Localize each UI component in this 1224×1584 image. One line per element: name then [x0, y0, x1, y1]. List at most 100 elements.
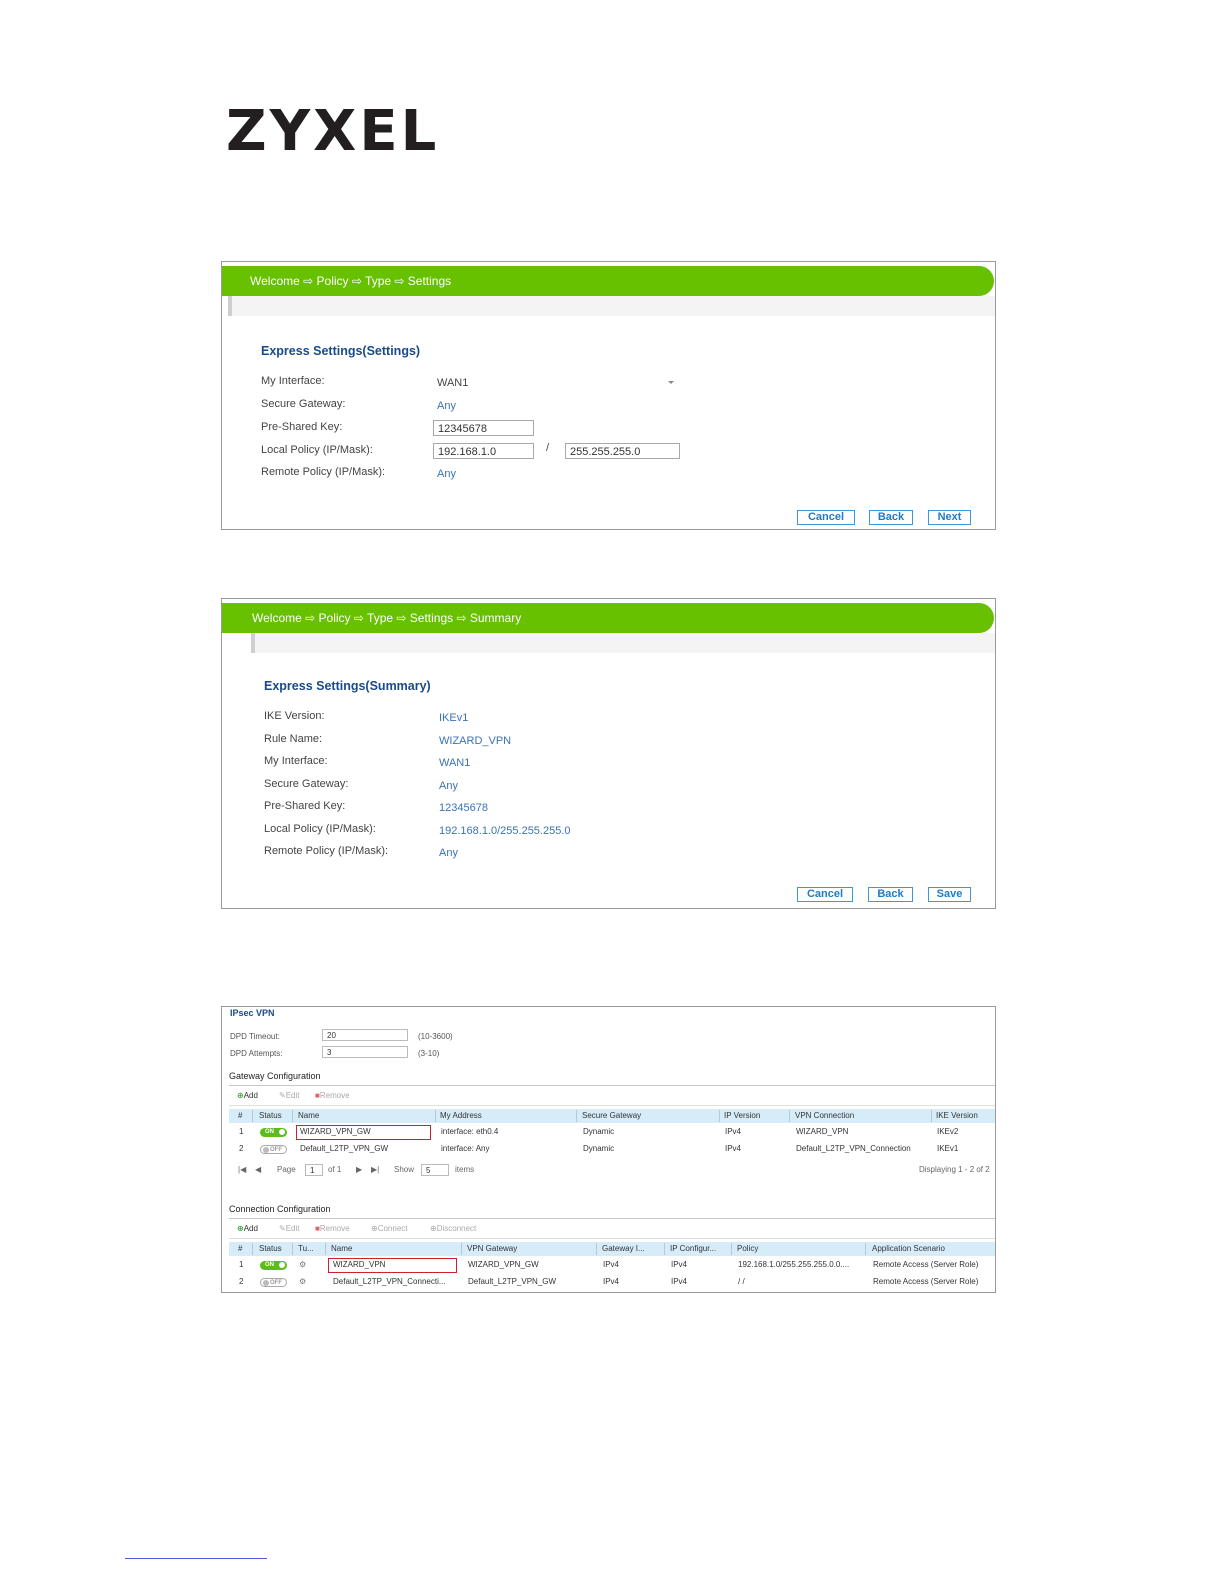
toggle-off[interactable]: OFF	[260, 1278, 287, 1287]
connection-toolbar: ⊕Add ✎Edit ■Remove ⊕Connect ⊕Disconnect	[229, 1220, 995, 1239]
secure-gateway: Dynamic	[583, 1127, 615, 1136]
column-header[interactable]: Tu...	[298, 1244, 314, 1253]
table-row[interactable]: 1 ON ⚙ WIZARD_VPN WIZARD_VPN_GW IPv4 IPv4 192.1…	[229, 1258, 995, 1274]
my-interface-select[interactable]: WAN1	[437, 377, 677, 389]
cancel-button[interactable]: Cancel	[797, 510, 855, 525]
remove-connection-button[interactable]: ■Remove	[315, 1224, 350, 1233]
last-page-icon[interactable]: ▶|	[371, 1165, 379, 1174]
edit-icon: ✎	[279, 1091, 286, 1100]
connection-name: Default_L2TP_VPN_Connecti...	[333, 1277, 446, 1286]
chevron-down-icon[interactable]	[668, 381, 674, 384]
column-header[interactable]: #	[238, 1244, 242, 1253]
remote-policy-value[interactable]: Any	[437, 468, 456, 480]
cancel-button[interactable]: Cancel	[797, 887, 853, 902]
next-button[interactable]: Next	[928, 510, 971, 525]
express-settings-panel: Welcome ⇨ Policy ⇨ Type ⇨ Settings Expre…	[221, 261, 996, 530]
zyxel-logo: ZYXEL	[226, 99, 440, 164]
disconnect-button[interactable]: ⊕Disconnect	[430, 1224, 476, 1233]
add-icon: ⊕	[237, 1224, 244, 1233]
column-header[interactable]: Gateway I...	[602, 1244, 645, 1253]
column-header[interactable]: VPN Gateway	[467, 1244, 517, 1253]
first-page-icon[interactable]: |◀	[238, 1165, 246, 1174]
gateway-configuration-heading: Gateway Configuration	[229, 1071, 321, 1081]
vpn-gateway: Default_L2TP_VPN_GW	[468, 1277, 557, 1286]
edit-connection-button[interactable]: ✎Edit	[279, 1224, 300, 1233]
row-number: 2	[239, 1277, 244, 1286]
application-scenario: Remote Access (Server Role)	[873, 1260, 979, 1269]
page-size-select[interactable]: 5	[421, 1164, 449, 1176]
next-page-icon[interactable]: ▶	[356, 1165, 362, 1174]
summary-value: IKEv1	[439, 712, 469, 724]
ike-version: IKEv2	[937, 1127, 959, 1136]
row-number: 1	[239, 1260, 244, 1269]
summary-label: Remote Policy (IP/Mask):	[264, 845, 389, 857]
column-header[interactable]: Secure Gateway	[582, 1111, 641, 1120]
wizard-breadcrumb: Welcome ⇨ Policy ⇨ Type ⇨ Settings ⇨ Sum…	[222, 603, 994, 633]
column-header[interactable]: Name	[331, 1244, 352, 1253]
policy: 192.168.1.0/255.255.255.0.0....	[738, 1260, 850, 1269]
dpd-attempts-label: DPD Attempts:	[230, 1049, 283, 1058]
gateway-pager: |◀ ◀ Page 1 of 1 ▶ ▶| Show 5 items Displ…	[229, 1163, 995, 1179]
back-button[interactable]: Back	[868, 887, 913, 902]
page-number-input[interactable]: 1	[305, 1164, 323, 1176]
pre-shared-key-input[interactable]: 12345678	[433, 420, 534, 436]
my-interface-label: My Interface:	[261, 375, 325, 387]
table-row[interactable]: 2 OFF ⚙ Default_L2TP_VPN_Connecti... Default…	[229, 1275, 995, 1291]
column-header[interactable]: IP Version	[724, 1111, 760, 1120]
column-header[interactable]: Status	[259, 1111, 282, 1120]
column-header[interactable]: #	[238, 1111, 242, 1120]
ipsec-vpn-panel: IPsec VPN DPD Timeout: 20 (10-3600) DPD …	[221, 1006, 996, 1293]
vpn-gateway: WIZARD_VPN_GW	[468, 1260, 539, 1269]
dpd-attempts-input[interactable]: 3	[322, 1046, 408, 1058]
ip-configuration: IPv4	[671, 1277, 688, 1286]
local-policy-ip-input[interactable]: 192.168.1.0	[433, 443, 534, 459]
back-button[interactable]: Back	[869, 510, 913, 525]
mask-separator: /	[546, 442, 550, 454]
ike-version: IKEv1	[937, 1144, 959, 1153]
column-header[interactable]: Name	[298, 1111, 319, 1120]
connect-button[interactable]: ⊕Connect	[371, 1224, 408, 1233]
edit-gateway-button[interactable]: ✎Edit	[279, 1091, 300, 1100]
page-count: of 1	[328, 1165, 342, 1174]
prev-page-icon[interactable]: ◀	[255, 1165, 261, 1174]
section-divider	[229, 1218, 995, 1219]
edit-icon: ✎	[279, 1224, 286, 1233]
toggle-on[interactable]: ON	[260, 1128, 287, 1137]
add-connection-button[interactable]: ⊕Add	[237, 1224, 258, 1233]
secure-gateway: Dynamic	[583, 1144, 615, 1153]
tunnel-icon: ⚙	[299, 1277, 307, 1286]
save-button[interactable]: Save	[928, 887, 971, 902]
column-header[interactable]: IP Configur...	[670, 1244, 716, 1253]
toggle-off[interactable]: OFF	[260, 1145, 287, 1154]
secure-gateway-value[interactable]: Any	[437, 400, 456, 412]
summary-value: 192.168.1.0/255.255.255.0	[439, 825, 571, 837]
column-header[interactable]: Policy	[737, 1244, 758, 1253]
local-policy-mask-input[interactable]: 255.255.255.0	[565, 443, 680, 459]
summary-value: WAN1	[439, 757, 471, 769]
summary-value: Any	[439, 847, 458, 859]
gateway-toolbar: ⊕Add ✎Edit ■Remove	[229, 1087, 995, 1106]
toggle-on[interactable]: ON	[260, 1261, 287, 1270]
gateway-name: Default_L2TP_VPN_GW	[300, 1144, 389, 1153]
vpn-connection: Default_L2TP_VPN_Connection	[796, 1144, 911, 1153]
application-scenario: Remote Access (Server Role)	[873, 1277, 979, 1286]
column-header[interactable]: Application Scenario	[872, 1244, 945, 1253]
dpd-timeout-label: DPD Timeout:	[230, 1032, 280, 1041]
highlight-box	[296, 1125, 431, 1140]
summary-label: Local Policy (IP/Mask):	[264, 823, 376, 835]
column-header[interactable]: My Address	[440, 1111, 482, 1120]
column-header[interactable]: VPN Connection	[795, 1111, 854, 1120]
table-row[interactable]: 2 OFF Default_L2TP_VPN_GW interface: Any Dyn…	[229, 1142, 995, 1158]
remove-gateway-button[interactable]: ■Remove	[315, 1091, 350, 1100]
breadcrumb-spacer	[228, 296, 995, 316]
dpd-timeout-input[interactable]: 20	[322, 1029, 408, 1041]
column-header[interactable]: IKE Version	[936, 1111, 978, 1120]
add-gateway-button[interactable]: ⊕Add	[237, 1091, 258, 1100]
column-header[interactable]: Status	[259, 1244, 282, 1253]
summary-label: Pre-Shared Key:	[264, 800, 346, 812]
dpd-timeout-range: (10-3600)	[418, 1032, 453, 1041]
ip-version: IPv4	[725, 1127, 742, 1136]
table-row[interactable]: 1 ON WIZARD_VPN_GW interface: eth0.4 Dynamic…	[229, 1125, 995, 1141]
breadcrumb-spacer	[251, 633, 995, 653]
secure-gateway-label: Secure Gateway:	[261, 398, 346, 410]
